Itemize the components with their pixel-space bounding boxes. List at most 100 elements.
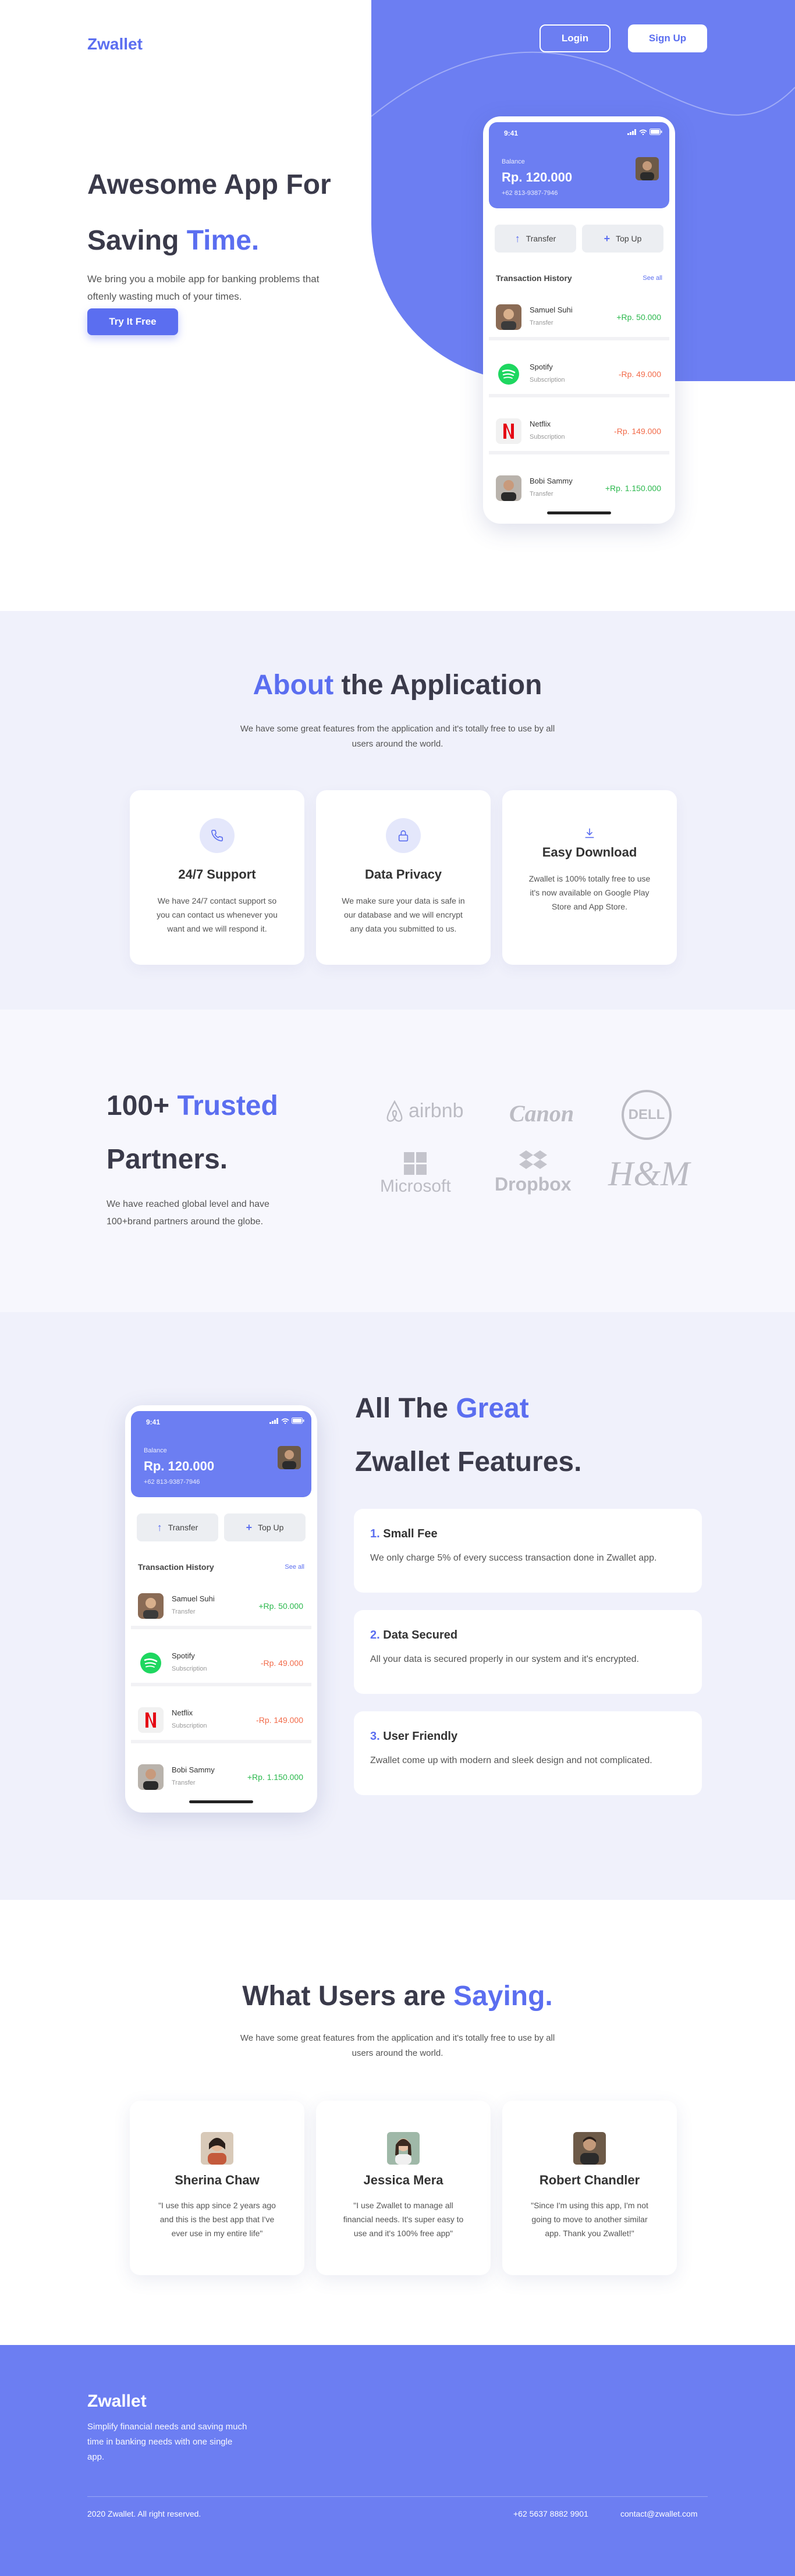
- partners-subtitle: We have reached global level and have 10…: [107, 1199, 269, 1227]
- tx-amount: -Rp. 49.000: [618, 369, 661, 379]
- logo-text: Microsoft: [380, 1177, 451, 1196]
- footer: Zwallet Simplify financial needs and sav…: [0, 2345, 795, 2576]
- tx-name: Spotify: [530, 363, 553, 371]
- feature-title: Data Secured: [383, 1629, 458, 1641]
- about-subtitle: We have some great features from the app…: [240, 724, 555, 749]
- tx-amount: +Rp. 50.000: [616, 312, 661, 322]
- wifi-icon: [281, 1418, 289, 1424]
- tx-amount: -Rp. 49.000: [260, 1658, 303, 1668]
- tx-type: Transfer: [530, 319, 553, 326]
- partners-title-line2: Partners.: [107, 1144, 228, 1175]
- feature-number: 2.: [370, 1629, 380, 1641]
- feature-card-privacy: Data Privacy We make sure your data is s…: [316, 790, 491, 965]
- logo-text: Dropbox: [495, 1174, 572, 1195]
- about-section: About the Application We have some great…: [0, 611, 795, 1010]
- see-all-link[interactable]: See all: [285, 1564, 304, 1571]
- status-time: 9:41: [146, 1418, 161, 1426]
- tx-amount: +Rp. 1.150.000: [605, 484, 661, 493]
- features-title: All The Great Zwallet Features.: [355, 1382, 704, 1489]
- account-number: +62 813-9387-7946: [502, 190, 558, 197]
- about-title-plain: the Application: [333, 670, 542, 701]
- card-text: We have 24/7 contact support so you can …: [157, 896, 278, 933]
- signup-button[interactable]: Sign Up: [628, 24, 707, 52]
- microsoft-logo: Microsoft: [380, 1152, 451, 1196]
- phone-status-bar: 9:41: [125, 1405, 317, 1427]
- logo-text: airbnb: [409, 1100, 464, 1122]
- try-free-button[interactable]: Try It Free: [87, 308, 178, 335]
- dell-logo: DELL: [622, 1090, 672, 1140]
- netflix-icon: [138, 1707, 164, 1733]
- testimonials-title-accent: Saying.: [453, 1981, 553, 2012]
- footer-phone[interactable]: +62 5637 8882 9901: [513, 2509, 588, 2518]
- battery-icon: [650, 129, 662, 135]
- battery-icon: [292, 1417, 304, 1424]
- tx-name: Samuel Suhi: [530, 305, 573, 314]
- transaction-row[interactable]: Bobi Sammy Transfer +Rp. 1.150.000: [489, 465, 669, 511]
- footer-copyright: 2020 Zwallet. All right reserved.: [87, 2509, 201, 2518]
- transfer-label: Transfer: [526, 234, 556, 243]
- footer-email[interactable]: contact@zwallet.com: [620, 2509, 697, 2518]
- feature-number: 1.: [370, 1527, 380, 1540]
- testimonial-quote: "I use this app since 2 years ago and th…: [158, 2201, 276, 2238]
- arrow-up-icon: ↑: [514, 232, 520, 244]
- hero-section: Zwallet Login Sign Up Awesome App For Sa…: [0, 0, 795, 611]
- dropbox-icon: [519, 1150, 547, 1169]
- partners-title: 100+ Trusted Partners.: [107, 1079, 351, 1186]
- testimonial-card: Robert Chandler "Since I'm using this ap…: [502, 2101, 677, 2275]
- feature-card-download: Easy Download Zwallet is 100% totally fr…: [502, 790, 677, 965]
- tx-type: Subscription: [172, 1665, 207, 1672]
- tx-amount: -Rp. 149.000: [256, 1715, 303, 1725]
- feature-card-support: 24/7 Support We have 24/7 contact suppor…: [130, 790, 304, 965]
- arrow-up-icon: ↑: [157, 1521, 162, 1533]
- transaction-row[interactable]: Bobi Sammy Transfer +Rp. 1.150.000: [131, 1754, 311, 1800]
- hero-subtitle: We bring you a mobile app for banking pr…: [87, 273, 320, 302]
- card-title: Easy Download: [542, 845, 637, 859]
- account-number: +62 813-9387-7946: [144, 1479, 200, 1486]
- features-title-plain: All The: [355, 1393, 456, 1424]
- transaction-row[interactable]: Samuel Suhi Transfer +Rp. 50.000: [489, 294, 669, 340]
- partners-title-plain: 100+: [107, 1090, 178, 1121]
- tx-type: Transfer: [530, 491, 553, 498]
- topup-button[interactable]: + Top Up: [224, 1513, 306, 1541]
- transaction-history-title: Transaction History: [138, 1562, 214, 1572]
- testimonial-quote: "I use Zwallet to manage all financial n…: [343, 2201, 464, 2238]
- canon-logo: Canon: [509, 1100, 574, 1127]
- signal-icon: [269, 1417, 278, 1424]
- user-avatar[interactable]: [636, 157, 659, 180]
- card-text: Zwallet is 100% totally free to use it's…: [528, 874, 651, 911]
- transaction-row[interactable]: Netflix Subscription -Rp. 149.000: [489, 408, 669, 454]
- features-title-line2: Zwallet Features.: [355, 1447, 582, 1477]
- footer-brand[interactable]: Zwallet: [87, 2392, 147, 2411]
- transaction-row[interactable]: Spotify Subscription -Rp. 49.000: [489, 351, 669, 397]
- transfer-button[interactable]: ↑ Transfer: [495, 225, 576, 253]
- person-avatar: [138, 1764, 164, 1790]
- testimonial-name: Sherina Chaw: [175, 2173, 260, 2187]
- tx-name: Netflix: [530, 420, 551, 428]
- status-icons: [269, 1417, 304, 1424]
- topup-button[interactable]: + Top Up: [582, 225, 663, 253]
- testimonials-title-plain: What Users are: [242, 1981, 454, 2012]
- transfer-label: Transfer: [168, 1523, 198, 1532]
- topup-label: Top Up: [616, 234, 642, 243]
- transaction-row[interactable]: Spotify Subscription -Rp. 49.000: [131, 1640, 311, 1686]
- brand-logo[interactable]: Zwallet: [87, 35, 143, 54]
- avatar: [573, 2132, 606, 2165]
- transaction-row[interactable]: Samuel Suhi Transfer +Rp. 50.000: [131, 1583, 311, 1629]
- login-button[interactable]: Login: [540, 24, 611, 52]
- person-avatar: [496, 304, 521, 330]
- feature-item: 2. Data Secured All your data is secured…: [354, 1610, 702, 1694]
- transfer-button[interactable]: ↑ Transfer: [137, 1513, 218, 1541]
- avatar: [201, 2132, 233, 2165]
- landing-page: Zwallet Login Sign Up Awesome App For Sa…: [0, 0, 795, 2576]
- status-icons: [627, 129, 662, 135]
- spotify-icon: [496, 361, 521, 387]
- feature-title: User Friendly: [383, 1730, 458, 1743]
- see-all-link[interactable]: See all: [643, 275, 662, 282]
- user-avatar[interactable]: [278, 1446, 301, 1469]
- about-title: About the Application: [0, 669, 795, 701]
- testimonial-name: Jessica Mera: [363, 2173, 443, 2187]
- features-title-accent: Great: [456, 1393, 529, 1424]
- transaction-row[interactable]: Netflix Subscription -Rp. 149.000: [131, 1697, 311, 1743]
- feature-text: We only charge 5% of every success trans…: [370, 1553, 657, 1563]
- airbnb-logo: airbnb: [384, 1100, 464, 1122]
